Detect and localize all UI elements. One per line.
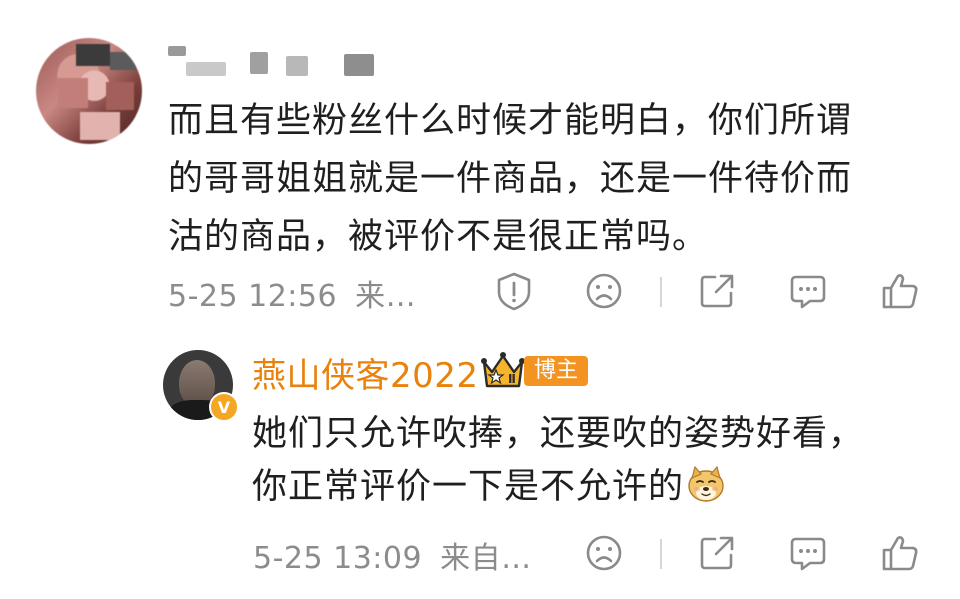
commenter-avatar[interactable] bbox=[36, 38, 142, 144]
comment-line: 而且有些粉丝什么时候才能明白，你们所谓 bbox=[168, 101, 853, 141]
comment-text: 而且有些粉丝什么时候才能明白，你们所谓 的哥哥姐姐就是一件商品，还是一件待价而 … bbox=[168, 92, 938, 266]
doge-emoji-icon bbox=[686, 464, 726, 504]
reply-text: 她们只允许吹捧，还要吹的姿势好看， 你正常评价一下是不允许的 bbox=[252, 408, 942, 514]
reply-line: 她们只允许吹捧，还要吹的姿势好看， bbox=[252, 414, 865, 454]
crown-level-icon[interactable]: Ⅱ bbox=[480, 348, 526, 394]
comment-meta: 5-25 12:56 来… bbox=[168, 271, 416, 315]
frown-icon[interactable] bbox=[584, 271, 624, 311]
reply-username[interactable]: 燕山侠客2022 bbox=[252, 348, 479, 397]
reply-meta: 5-25 13:09 来自… bbox=[253, 533, 532, 577]
comment-icon[interactable] bbox=[788, 271, 828, 311]
frown-icon[interactable] bbox=[584, 533, 624, 573]
comment-icon[interactable] bbox=[788, 533, 828, 573]
comment-source[interactable]: 来… bbox=[355, 279, 416, 314]
action-divider bbox=[660, 277, 662, 307]
comment-line: 沽的商品，被评价不是很正常吗。 bbox=[168, 217, 709, 257]
reply-line: 你正常评价一下是不允许的 bbox=[252, 461, 942, 514]
commenter-username-blurred[interactable] bbox=[168, 44, 388, 78]
verified-badge: V bbox=[209, 392, 239, 422]
blogger-badge: 博主 bbox=[524, 356, 589, 386]
share-icon[interactable] bbox=[697, 533, 737, 573]
like-icon[interactable] bbox=[880, 533, 920, 573]
comment-line: 的哥哥姐姐就是一件商品，还是一件待价而 bbox=[168, 159, 853, 199]
report-icon[interactable] bbox=[494, 271, 534, 311]
share-icon[interactable] bbox=[697, 271, 737, 311]
reply-source[interactable]: 来自… bbox=[440, 541, 532, 576]
action-divider bbox=[660, 539, 662, 569]
reply-time: 5-25 13:09 bbox=[253, 541, 423, 576]
comment-time: 5-25 12:56 bbox=[168, 279, 338, 314]
level-numeral: Ⅱ bbox=[508, 372, 516, 386]
like-icon[interactable] bbox=[880, 271, 920, 311]
